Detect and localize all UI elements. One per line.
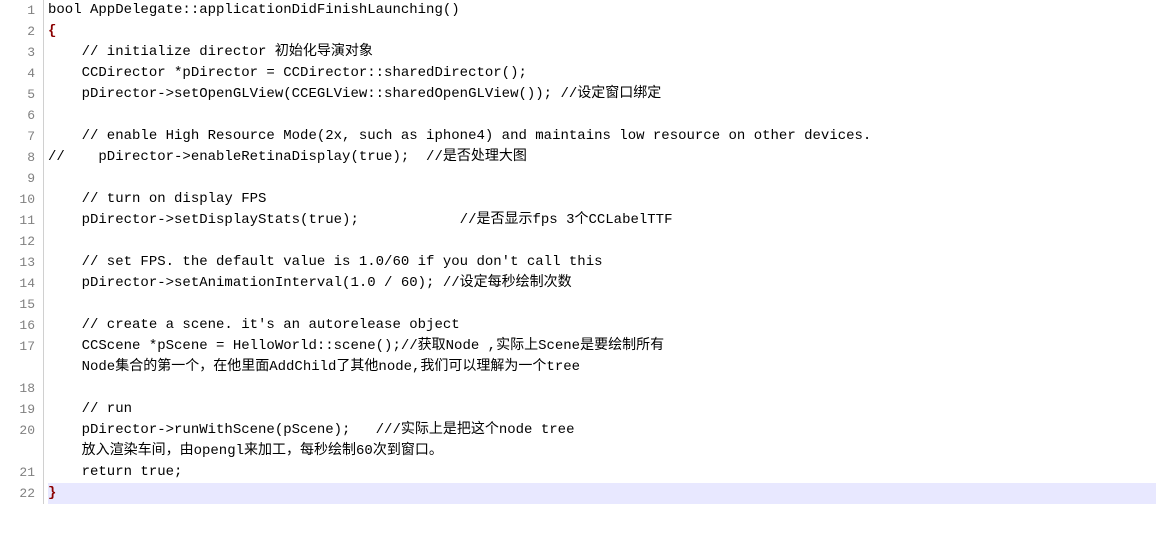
code-line: // turn on display FPS bbox=[48, 189, 1156, 210]
code-line: bool AppDelegate::applicationDidFinishLa… bbox=[48, 0, 1156, 21]
code-editor: 1 2 3 4 5 6 7 8 9 10 11 12 13 14 15 16 1… bbox=[0, 0, 1156, 504]
code-line: CCDirector *pDirector = CCDirector::shar… bbox=[48, 63, 1156, 84]
line-number: 10 bbox=[0, 189, 35, 210]
line-number: 9 bbox=[0, 168, 35, 189]
code-line: pDirector->setDisplayStats(true); //是否显示… bbox=[48, 210, 1156, 231]
line-number: 16 bbox=[0, 315, 35, 336]
code-line: // run bbox=[48, 399, 1156, 420]
code-line bbox=[48, 231, 1156, 252]
line-number: 11 bbox=[0, 210, 35, 231]
code-line: // set FPS. the default value is 1.0/60 … bbox=[48, 252, 1156, 273]
code-line bbox=[48, 105, 1156, 126]
line-number: 18 bbox=[0, 378, 35, 399]
code-line: CCScene *pScene = HelloWorld::scene();//… bbox=[48, 336, 1156, 357]
line-number: 4 bbox=[0, 63, 35, 84]
line-number bbox=[0, 357, 35, 378]
line-number: 20 bbox=[0, 420, 35, 441]
line-number: 6 bbox=[0, 105, 35, 126]
line-number: 1 bbox=[0, 0, 35, 21]
code-line: return true; bbox=[48, 462, 1156, 483]
code-line bbox=[48, 378, 1156, 399]
code-line bbox=[48, 168, 1156, 189]
line-number: 17 bbox=[0, 336, 35, 357]
line-number: 22 bbox=[0, 483, 35, 504]
line-number: 12 bbox=[0, 231, 35, 252]
code-line: // initialize director 初始化导演对象 bbox=[48, 42, 1156, 63]
line-number: 2 bbox=[0, 21, 35, 42]
code-wrap-line: Node集合的第一个，在他里面AddChild了其他node,我们可以理解为一个… bbox=[48, 357, 1156, 378]
line-number: 8 bbox=[0, 147, 35, 168]
line-number-gutter: 1 2 3 4 5 6 7 8 9 10 11 12 13 14 15 16 1… bbox=[0, 0, 44, 504]
close-brace: } bbox=[48, 485, 56, 501]
code-area[interactable]: bool AppDelegate::applicationDidFinishLa… bbox=[44, 0, 1156, 504]
code-line: // pDirector->enableRetinaDisplay(true);… bbox=[48, 147, 1156, 168]
code-line: pDirector->runWithScene(pScene); ///实际上是… bbox=[48, 420, 1156, 441]
code-line: pDirector->setAnimationInterval(1.0 / 60… bbox=[48, 273, 1156, 294]
line-number: 13 bbox=[0, 252, 35, 273]
code-line: // create a scene. it's an autorelease o… bbox=[48, 315, 1156, 336]
line-number: 5 bbox=[0, 84, 35, 105]
code-line: { bbox=[48, 21, 1156, 42]
code-line-highlight: } bbox=[48, 483, 1156, 504]
line-number: 15 bbox=[0, 294, 35, 315]
line-number: 14 bbox=[0, 273, 35, 294]
line-number: 19 bbox=[0, 399, 35, 420]
code-line bbox=[48, 294, 1156, 315]
line-number: 21 bbox=[0, 462, 35, 483]
line-number: 7 bbox=[0, 126, 35, 147]
open-brace: { bbox=[48, 23, 56, 39]
line-number bbox=[0, 441, 35, 462]
line-number: 3 bbox=[0, 42, 35, 63]
code-line: // enable High Resource Mode(2x, such as… bbox=[48, 126, 1156, 147]
code-line: pDirector->setOpenGLView(CCEGLView::shar… bbox=[48, 84, 1156, 105]
code-wrap-line: 放入渲染车间，由opengl来加工，每秒绘制60次到窗口。 bbox=[48, 441, 1156, 462]
